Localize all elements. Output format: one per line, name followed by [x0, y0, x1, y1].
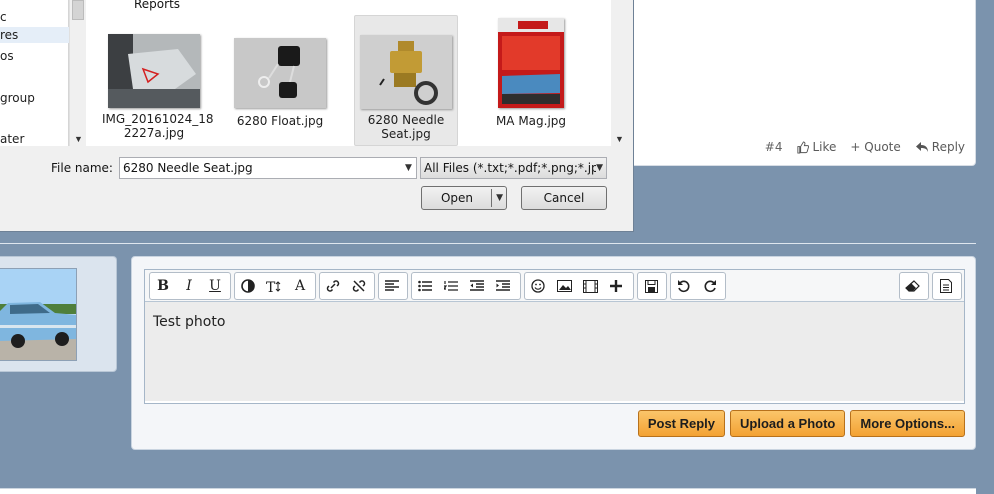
file-name-line1: MA Mag.jpg — [495, 114, 567, 128]
file-item[interactable]: MA Mag.jpg — [479, 18, 583, 138]
bold-icon[interactable]: B — [150, 273, 176, 299]
file-item[interactable]: 6280 Float.jpg — [228, 38, 332, 138]
nav-scroll-thumb[interactable] — [72, 0, 84, 20]
file-item[interactable]: IMG_20161024_18 2227a.jpg — [102, 34, 214, 146]
editor-content[interactable]: Test photo — [145, 302, 964, 342]
toolbar-group-align — [378, 272, 408, 300]
link-icon[interactable] — [320, 273, 346, 299]
toolbar-group-history — [670, 272, 726, 300]
bullet-list-icon[interactable] — [412, 273, 438, 299]
nav-item[interactable]: c — [0, 9, 69, 25]
folder-label[interactable]: Reports — [134, 0, 180, 11]
nav-scrollbar[interactable]: ▼ — [69, 0, 86, 146]
toolbar-group-style: T A — [234, 272, 316, 300]
split-divider — [491, 189, 492, 207]
nav-item[interactable]: os — [0, 48, 69, 64]
toolbar-group-save — [637, 272, 667, 300]
smilie-icon[interactable] — [525, 273, 551, 299]
source-icon[interactable] — [933, 273, 959, 299]
nav-item-selected[interactable]: res — [0, 27, 69, 43]
numbered-list-icon[interactable] — [438, 273, 464, 299]
font-icon[interactable]: A — [287, 273, 313, 299]
file-name-line1: 6280 Float.jpg — [236, 114, 324, 128]
editor-toolbar: B I U T A — [145, 270, 964, 302]
cancel-button[interactable]: Cancel — [521, 186, 607, 210]
avatar-panel — [0, 256, 117, 372]
file-name-row: File name: 6280 Needle Seat.jpg ▼ — [51, 157, 417, 179]
more-options-button[interactable]: More Options... — [850, 410, 965, 437]
toolbar-group-format: B I U — [149, 272, 231, 300]
file-type-select[interactable]: All Files (*.txt;*.pdf;*.png;*.jpg;* ▼ — [420, 157, 607, 179]
file-item-selected[interactable]: 6280 Needle Seat.jpg — [354, 15, 458, 146]
like-link[interactable]: Like — [796, 140, 836, 154]
file-open-dialog: c res os group ater ▼ Reports IMG_201610… — [0, 0, 634, 232]
toolbar-group-clean — [899, 272, 929, 300]
file-scrollbar[interactable]: ▼ — [611, 0, 628, 146]
like-label: Like — [812, 140, 837, 154]
reply-label: Reply — [931, 140, 965, 154]
file-list: Reports IMG_20161024_18 2227a.jpg 6280 F… — [86, 0, 611, 146]
file-name-input[interactable]: 6280 Needle Seat.jpg ▼ — [118, 157, 417, 179]
text-size-icon[interactable]: T — [261, 273, 287, 299]
nav-item[interactable]: ater — [0, 131, 69, 147]
nav-item[interactable]: group — [0, 90, 69, 106]
remove-format-icon[interactable] — [900, 273, 926, 299]
toolbar-group-link — [319, 272, 375, 300]
post-reply-button[interactable]: Post Reply — [637, 410, 726, 437]
open-button[interactable]: Open ▼ — [421, 186, 507, 210]
file-type-value: All Files (*.txt;*.pdf;*.png;*.jpg;* — [424, 161, 597, 175]
file-name-line2: Seat.jpg — [381, 127, 431, 141]
reply-icon — [915, 142, 928, 152]
open-label: Open — [440, 191, 474, 205]
insert-icon[interactable] — [603, 273, 629, 299]
chevron-down-icon[interactable]: ▼ — [596, 163, 603, 173]
rich-text-editor[interactable]: B I U T A Test photo — [144, 269, 965, 404]
scroll-down-icon[interactable]: ▼ — [615, 134, 624, 144]
toolbar-group-insert — [524, 272, 634, 300]
align-icon[interactable] — [379, 273, 405, 299]
underline-icon[interactable]: U — [202, 273, 228, 299]
chevron-down-icon[interactable]: ▼ — [405, 163, 412, 173]
file-name-line1: 6280 Needle — [367, 113, 445, 127]
quote-link[interactable]: + Quote — [850, 140, 900, 154]
redo-icon[interactable] — [697, 273, 723, 299]
file-name-line1: IMG_20161024_18 — [102, 112, 214, 126]
unlink-icon[interactable] — [346, 273, 372, 299]
file-thumbnail — [360, 35, 452, 109]
scroll-down-icon[interactable]: ▼ — [74, 134, 83, 144]
file-thumbnail — [108, 34, 200, 108]
indent-icon[interactable] — [490, 273, 516, 299]
outdent-icon[interactable] — [464, 273, 490, 299]
toolbar-group-source — [932, 272, 962, 300]
next-post-card — [0, 488, 976, 494]
editor-bottom-edge — [145, 401, 964, 403]
navigation-pane: c res os group ater — [0, 0, 69, 146]
car-avatar-image — [0, 269, 76, 360]
save-icon[interactable] — [638, 273, 664, 299]
chevron-down-icon[interactable]: ▼ — [496, 193, 503, 203]
submit-buttons: Post Reply Upload a Photo More Options..… — [637, 410, 965, 437]
toolbar-group-list — [411, 272, 521, 300]
file-thumbnail — [234, 38, 326, 108]
post-actions: #4 Like + Quote Reply — [765, 140, 965, 154]
file-name-label: File name: — [51, 161, 113, 175]
section-divider — [0, 243, 976, 244]
image-icon[interactable] — [551, 273, 577, 299]
post-card: #4 Like + Quote Reply — [630, 0, 976, 166]
file-thumbnail — [498, 18, 564, 108]
avatar[interactable] — [0, 268, 77, 361]
italic-icon[interactable]: I — [176, 273, 202, 299]
text-color-icon[interactable] — [235, 273, 261, 299]
svg-text:T: T — [266, 280, 276, 293]
upload-photo-button[interactable]: Upload a Photo — [730, 410, 846, 437]
post-number[interactable]: #4 — [765, 140, 783, 154]
thumbs-up-icon — [797, 140, 810, 154]
reply-form: B I U T A Test photo Post Reply Upload a… — [131, 256, 976, 450]
undo-icon[interactable] — [671, 273, 697, 299]
file-name-value: 6280 Needle Seat.jpg — [122, 161, 253, 175]
file-name-line2: 2227a.jpg — [123, 126, 185, 140]
media-icon[interactable] — [577, 273, 603, 299]
reply-link[interactable]: Reply — [915, 140, 965, 154]
